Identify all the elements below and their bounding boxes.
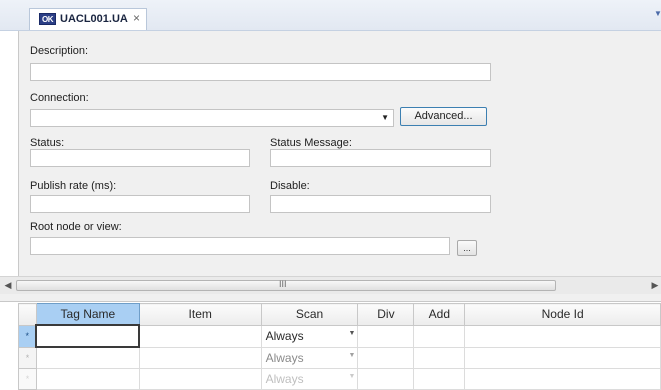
new-row-marker[interactable]: * <box>18 346 37 369</box>
description-field[interactable] <box>30 63 491 81</box>
scan-value: Always <box>265 329 304 343</box>
publish-rate-label: Publish rate (ms): <box>30 180 117 192</box>
chevron-down-icon[interactable]: ▼ <box>349 352 356 359</box>
ua-config-icon: OK <box>39 13 56 25</box>
chevron-down-icon[interactable]: ▼ <box>349 330 356 337</box>
advanced-button[interactable]: Advanced... <box>400 107 487 126</box>
node-id-cell[interactable] <box>464 324 661 348</box>
node-id-cell[interactable] <box>464 368 661 390</box>
chevron-down-icon[interactable]: ▼ <box>381 113 389 122</box>
tag-name-cell[interactable] <box>35 324 141 348</box>
item-cell[interactable] <box>138 324 262 348</box>
grid-corner <box>18 303 37 326</box>
column-header-item[interactable]: Item <box>138 303 262 326</box>
item-cell[interactable] <box>138 368 262 390</box>
scan-cell[interactable]: Always ▼ <box>260 346 359 369</box>
ua-channel-form: Description: Connection: ▼ Advanced... S… <box>18 31 661 276</box>
document-tab-strip: OK UACL001.UA × ▼ <box>0 0 661 31</box>
horizontal-scrollbar[interactable]: ◀ III ▶ <box>0 276 661 294</box>
status-field[interactable] <box>30 149 250 167</box>
tab-title: UACL001.UA <box>60 13 128 25</box>
panel-splitter[interactable] <box>0 294 661 302</box>
tag-name-cell[interactable] <box>35 346 140 369</box>
status-message-label: Status Message: <box>270 137 352 149</box>
scroll-right-icon[interactable]: ▶ <box>650 279 660 292</box>
node-id-cell[interactable] <box>464 346 661 369</box>
tab-uacl001[interactable]: OK UACL001.UA × <box>29 8 147 30</box>
div-cell[interactable] <box>357 324 415 348</box>
column-header-add[interactable]: Add <box>413 303 466 326</box>
scan-value: Always <box>265 372 304 386</box>
new-row-marker[interactable]: * <box>18 368 37 390</box>
tag-name-cell[interactable] <box>35 368 140 390</box>
close-icon[interactable]: × <box>133 12 143 24</box>
add-cell[interactable] <box>413 368 466 390</box>
root-node-label: Root node or view: <box>30 221 122 233</box>
status-label: Status: <box>30 137 65 149</box>
publish-rate-field[interactable] <box>30 195 250 213</box>
column-header-div[interactable]: Div <box>357 303 415 326</box>
div-cell[interactable] <box>357 346 415 369</box>
chevron-down-icon[interactable]: ▼ <box>654 9 661 18</box>
disable-field[interactable] <box>270 195 491 213</box>
scrollbar-grip: III <box>279 279 287 289</box>
table-row[interactable]: * Always ▼ <box>18 324 661 348</box>
description-label: Description: <box>30 45 89 57</box>
browse-button[interactable]: ... <box>457 240 477 256</box>
column-header-scan[interactable]: Scan <box>260 303 359 326</box>
column-header-node-id[interactable]: Node Id <box>464 303 661 326</box>
status-message-field[interactable] <box>270 149 491 167</box>
scroll-left-icon[interactable]: ◀ <box>2 279 14 292</box>
connection-combo[interactable]: ▼ <box>30 109 394 127</box>
scan-cell[interactable]: Always ▼ <box>260 324 359 348</box>
scan-value: Always <box>265 350 304 365</box>
scan-cell[interactable]: Always ▼ <box>260 368 359 390</box>
new-row-marker[interactable]: * <box>18 324 37 348</box>
item-cell[interactable] <box>138 346 262 369</box>
column-header-tag-name[interactable]: Tag Name <box>35 303 140 326</box>
add-cell[interactable] <box>413 346 466 369</box>
root-node-field[interactable] <box>30 237 450 255</box>
scrollbar-thumb[interactable]: III <box>16 279 556 291</box>
tag-grid: Tag Name Item Scan Div Add Node Id * Alw… <box>18 303 661 390</box>
chevron-down-icon[interactable]: ▼ <box>349 373 356 380</box>
table-row[interactable]: * Always ▼ <box>18 368 661 390</box>
disable-label: Disable: <box>270 180 310 192</box>
add-cell[interactable] <box>413 324 466 348</box>
table-row[interactable]: * Always ▼ <box>18 346 661 369</box>
div-cell[interactable] <box>357 368 415 390</box>
connection-label: Connection: <box>30 92 89 104</box>
